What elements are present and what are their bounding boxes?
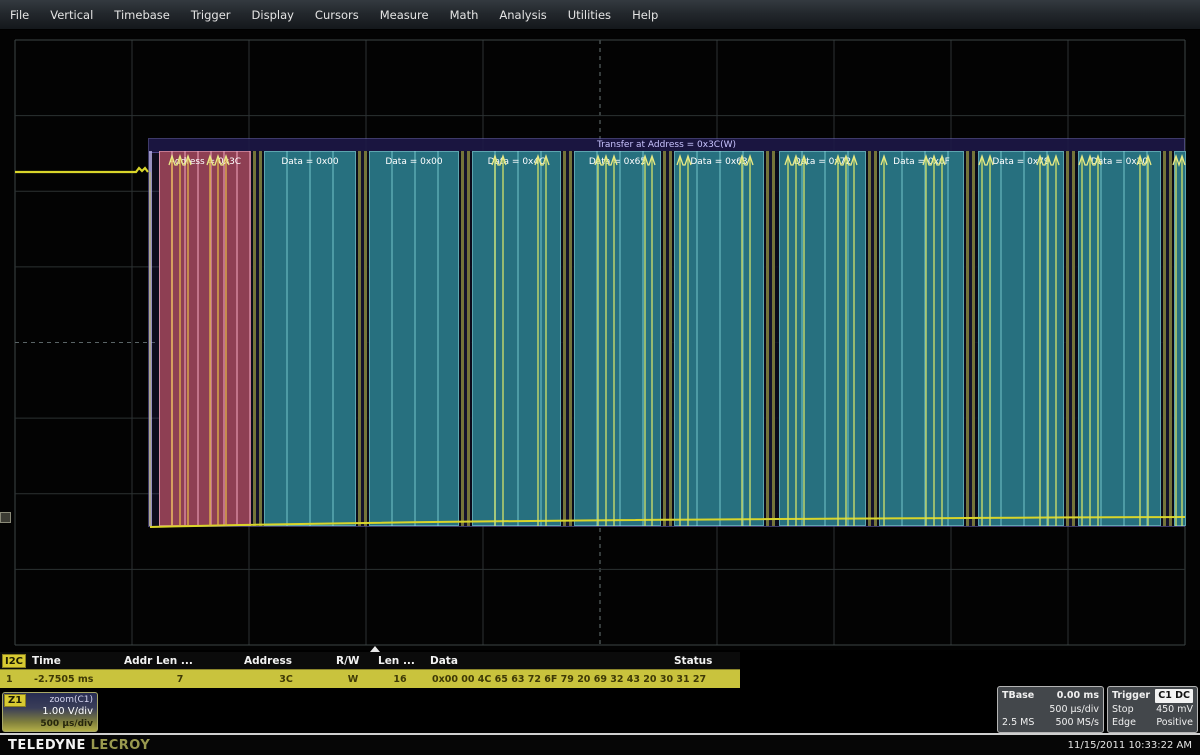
menu-measure[interactable]: Measure — [380, 8, 429, 22]
decode-table-header: I2CTimeAddr Len ...AddressR/WLen ...Data… — [0, 652, 740, 669]
menu-trigger[interactable]: Trigger — [191, 8, 231, 22]
status-bar: TELEDYNE LECROY 11/15/2011 10:33:22 AM — [0, 733, 1200, 755]
column-header-data: Data — [424, 655, 668, 667]
decode-ack-gap — [1161, 151, 1174, 526]
trigger-descriptor[interactable]: Trigger C1 DC Stop 450 mV Edge Positive — [1107, 686, 1198, 733]
zoom-trace-badge[interactable]: Z1 — [4, 694, 26, 707]
decode-data-block: Data = 0x72 — [779, 151, 866, 526]
zoom-trace-descriptor[interactable]: Z1 zoom(C1) 1.00 V/div 500 µs/div — [2, 692, 98, 732]
menu-help[interactable]: Help — [632, 8, 658, 22]
menu-math[interactable]: Math — [450, 8, 479, 22]
trace-level-marker — [0, 512, 11, 523]
menu-timebase[interactable]: Timebase — [114, 8, 170, 22]
decode-ack-gap — [459, 151, 472, 526]
decode-ack-gap — [1064, 151, 1078, 526]
datetime-display: 11/15/2011 10:33:22 AM — [1068, 740, 1192, 751]
decode-block-label: Address = 0x3C — [169, 157, 241, 167]
decode-ack-gap — [964, 151, 978, 526]
decode-block-label: Data = 0x6F — [893, 157, 950, 167]
trigger-mode: Stop — [1112, 703, 1134, 717]
decode-ack-gap — [356, 151, 369, 526]
table-position-marker — [370, 646, 380, 652]
column-header-r-w: R/W — [330, 655, 372, 667]
decode-block-label: Data = 0x72 — [794, 157, 851, 167]
menu-cursors[interactable]: Cursors — [315, 8, 359, 22]
decode-data-block — [1174, 151, 1186, 526]
i2c-decode-overlay: Transfer at Address = 0x3C(W) Address = … — [148, 138, 1185, 527]
teledyne-lecroy-logo: TELEDYNE LECROY — [8, 738, 150, 753]
trigger-type: Edge — [1112, 716, 1136, 730]
decode-data-block: Data = 0x20 — [1078, 151, 1161, 526]
menu-bar: File Vertical Timebase Trigger Display Cursor… — [0, 0, 1200, 30]
decode-ack-gap — [661, 151, 674, 526]
decode-data-block: Data = 0x6F — [879, 151, 964, 526]
decode-block-label: Data = 0x65 — [589, 157, 646, 167]
decode-block-label: Data = 0x00 — [385, 157, 442, 167]
decode-block-label: Data = 0x79 — [992, 157, 1049, 167]
decode-block-label: Data = 0x00 — [281, 157, 338, 167]
timebase-label: TBase — [1002, 689, 1034, 703]
menu-analysis[interactable]: Analysis — [499, 8, 546, 22]
decode-ack-gap — [251, 151, 264, 526]
decode-data-block: Data = 0x00 — [264, 151, 356, 526]
decode-address-block: Address = 0x3C — [159, 151, 251, 526]
menu-display[interactable]: Display — [252, 8, 294, 22]
column-header-len: Len ... — [372, 655, 424, 667]
column-header-address: Address — [238, 655, 330, 667]
row-cell-time: -2.7505 ms — [28, 674, 120, 685]
row-cell-len: 16 — [374, 674, 426, 685]
timebase-samples: 2.5 MS — [1002, 716, 1034, 730]
zoom-vertical-scale: 1.00 V/div — [7, 706, 93, 718]
i2c-protocol-badge[interactable]: I2C — [2, 654, 26, 668]
trigger-source-badge: C1 DC — [1155, 689, 1193, 703]
decode-table-row[interactable]: 1-2.7505 ms73CW160x00 00 4C 65 63 72 6F … — [0, 669, 740, 688]
menu-utilities[interactable]: Utilities — [568, 8, 611, 22]
column-header-addr-len: Addr Len ... — [118, 655, 238, 667]
trigger-level: 450 mV — [1156, 703, 1193, 717]
decode-data-block: Data = 0x63 — [674, 151, 764, 526]
timebase-rate: 500 MS/s — [1055, 716, 1099, 730]
row-cell-index: 1 — [0, 674, 28, 685]
decode-data-block: Data = 0x4C — [472, 151, 561, 526]
timebase-descriptor[interactable]: TBase 0.00 ms 500 µs/div 2.5 MS 500 MS/s — [997, 686, 1104, 733]
decode-ack-gap — [866, 151, 879, 526]
row-cell-addr-len: 7 — [120, 674, 240, 685]
row-cell-data: 0x00 00 4C 65 63 72 6F 79 20 69 32 43 20… — [426, 674, 670, 685]
row-cell-rw: W — [332, 674, 374, 685]
decode-block-label: Data = 0x4C — [488, 157, 546, 167]
zoom-horizontal-scale: 500 µs/div — [7, 718, 93, 730]
column-header-time: Time — [26, 655, 118, 667]
menu-file[interactable]: File — [10, 8, 29, 22]
decode-ack-gap — [764, 151, 779, 526]
decode-start-marker — [149, 151, 152, 526]
decode-block-label: Data = 0x63 — [690, 157, 747, 167]
row-cell-address: 3C — [240, 674, 332, 685]
trigger-label: Trigger — [1112, 689, 1150, 703]
decode-ack-gap — [561, 151, 574, 526]
timebase-delay: 0.00 ms — [1057, 689, 1099, 703]
decode-data-block: Data = 0x00 — [369, 151, 459, 526]
decode-data-block: Data = 0x65 — [574, 151, 661, 526]
menu-vertical[interactable]: Vertical — [50, 8, 93, 22]
i2c-decode-table: I2CTimeAddr Len ...AddressR/WLen ...Data… — [0, 652, 740, 688]
decode-data-block: Data = 0x79 — [978, 151, 1064, 526]
waveform-display: Transfer at Address = 0x3C(W) Address = … — [0, 30, 1200, 650]
decode-block-label: Data = 0x20 — [1091, 157, 1148, 167]
timebase-scale: 500 µs/div — [1049, 703, 1099, 717]
trigger-slope: Positive — [1156, 716, 1193, 730]
column-header-status: Status — [668, 655, 738, 667]
